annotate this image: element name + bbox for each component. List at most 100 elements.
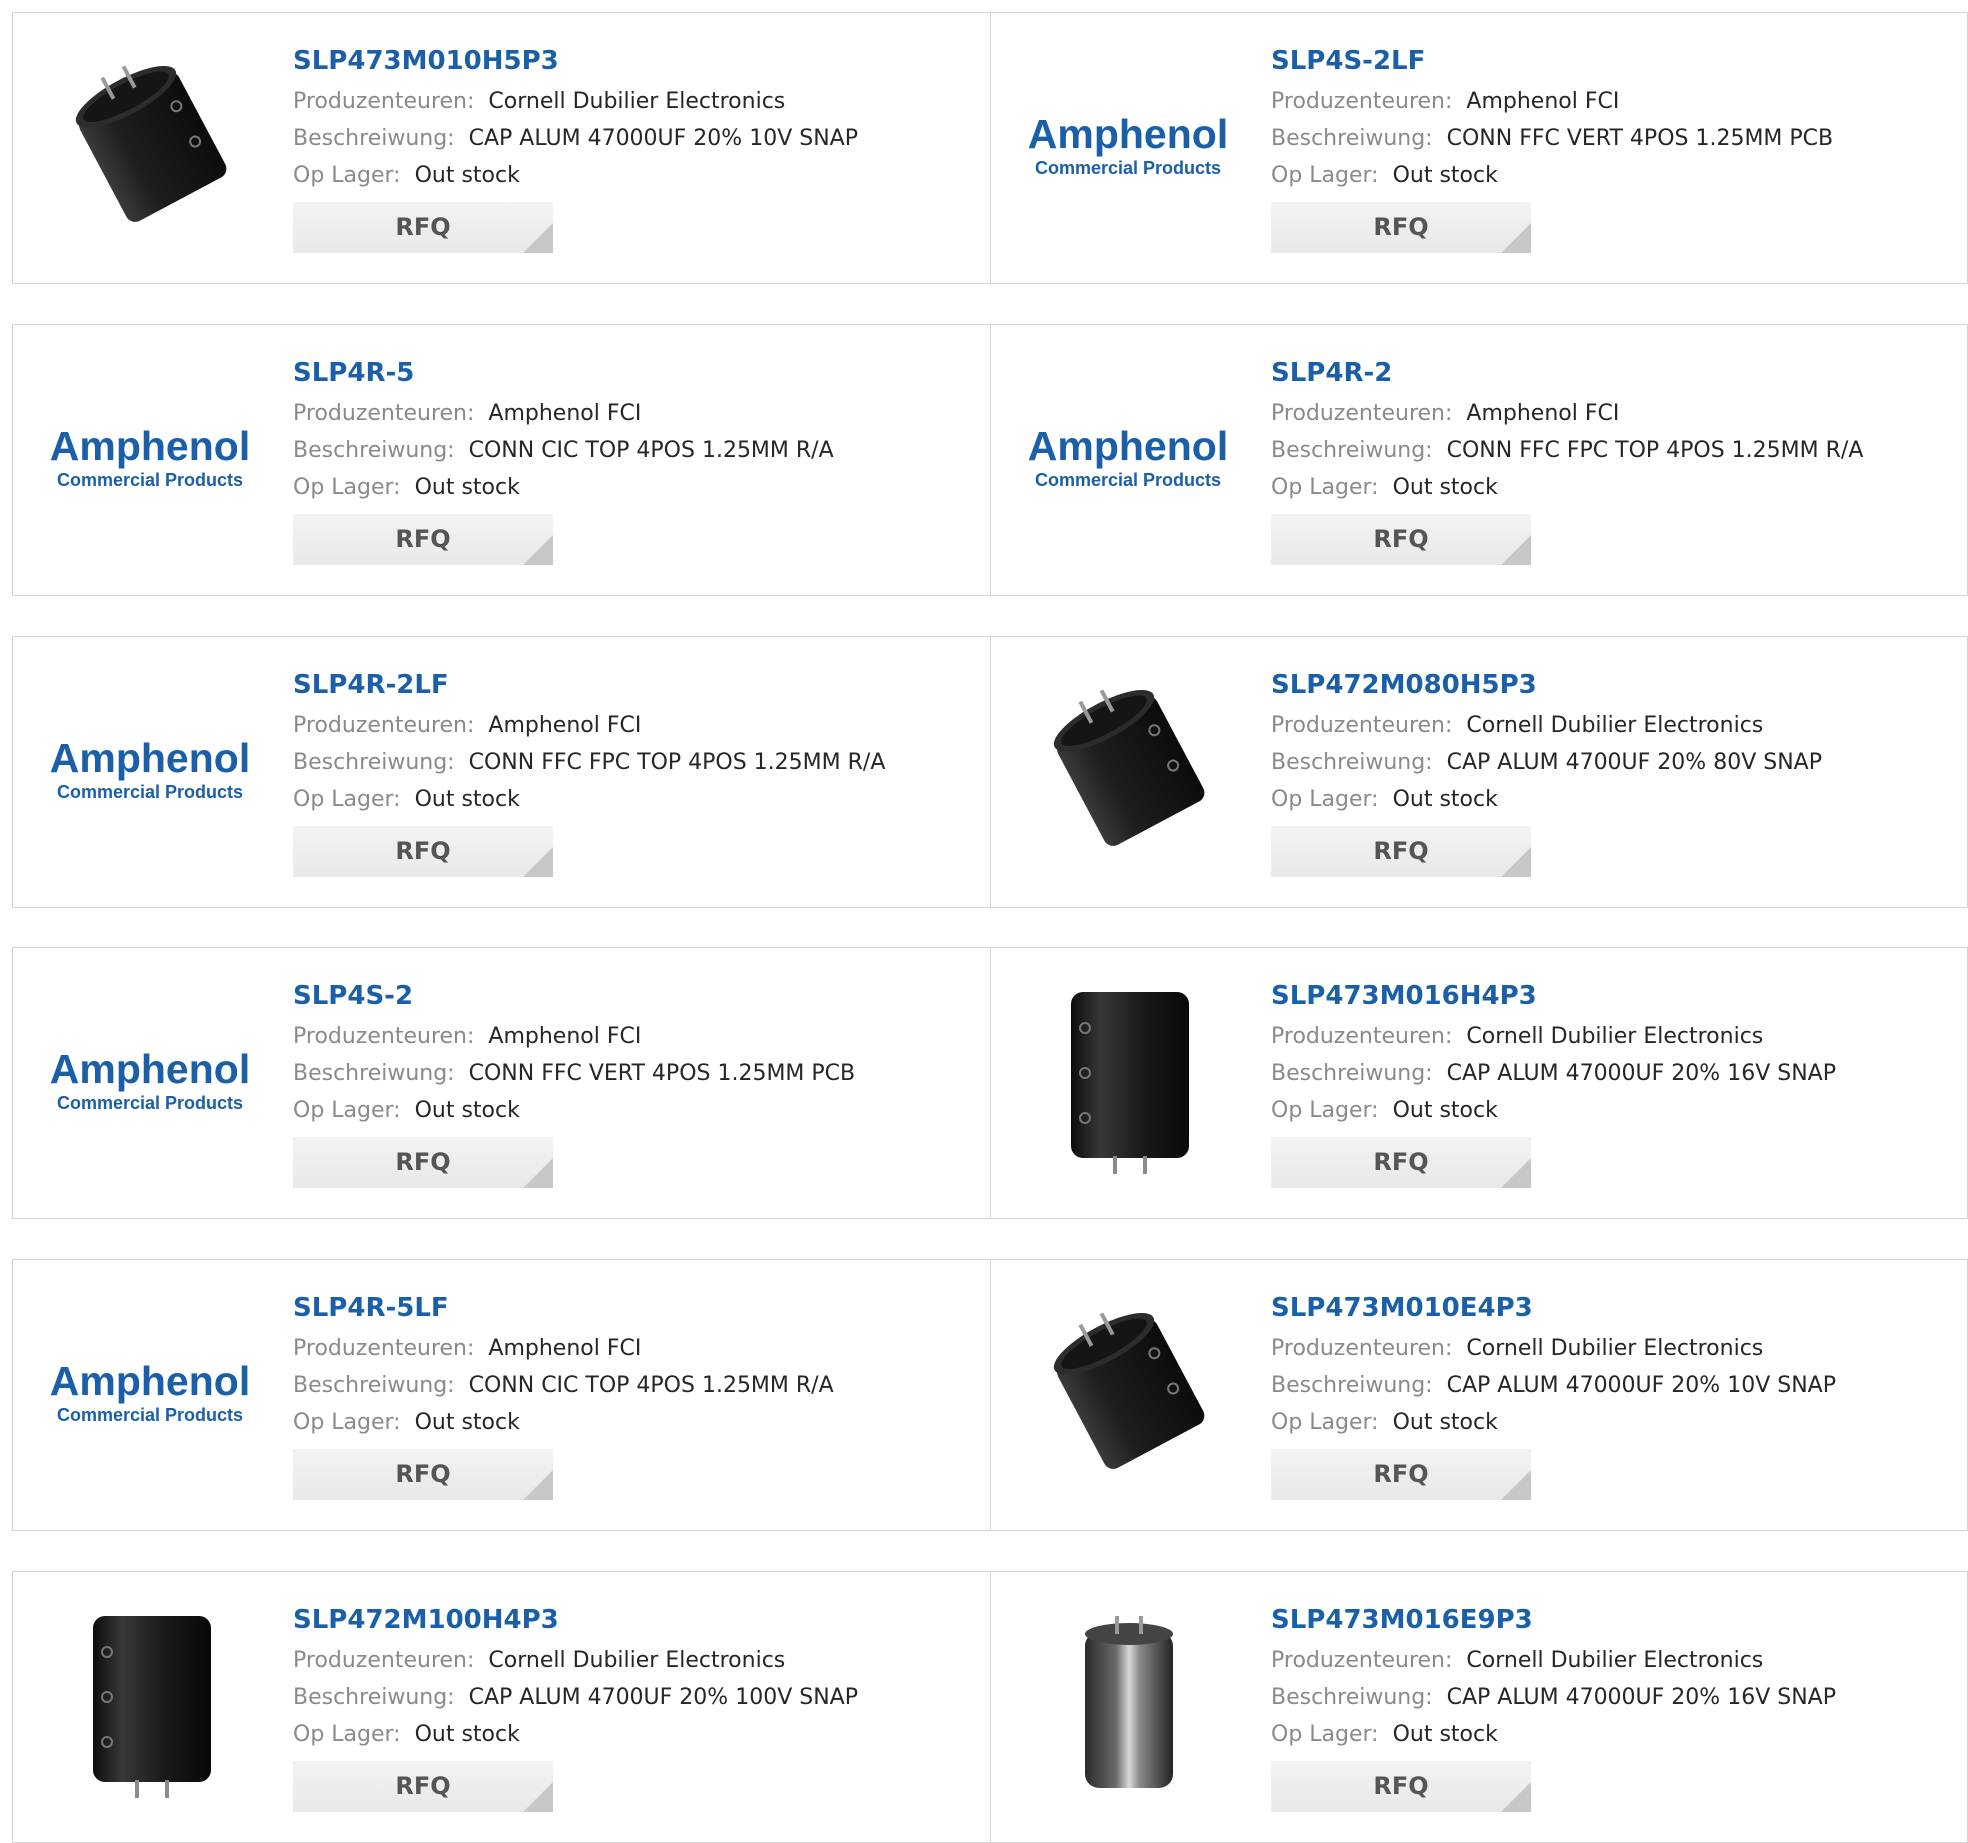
description-value: CAP ALUM 47000UF 20% 16V SNAP (1446, 1061, 1836, 1086)
manufacturer-label: Produzenteuren: (293, 713, 475, 738)
description-value: CONN FFC FPC TOP 4POS 1.25MM R/A (1446, 438, 1864, 463)
product-image[interactable] (1027, 1602, 1229, 1804)
stock-value: Out stock (1392, 787, 1498, 812)
manufacturer-line: Produzenteuren: Amphenol FCI (1271, 83, 1957, 120)
description-line: Beschreiwung: CAP ALUM 4700UF 20% 80V SNA… (1271, 744, 1957, 781)
stock-line: Op Lager: Out stock (293, 1404, 980, 1441)
manufacturer-label: Produzenteuren: (1271, 1336, 1453, 1361)
rfq-label: RFQ (395, 213, 451, 241)
description-value: CONN CIC TOP 4POS 1.25MM R/A (468, 438, 834, 463)
description-line: Beschreiwung: CONN FFC VERT 4POS 1.25MM P… (293, 1055, 980, 1092)
description-line: Beschreiwung: CAP ALUM 47000UF 20% 10V SN… (1271, 1367, 1957, 1404)
manufacturer-line: Produzenteuren: Amphenol FCI (293, 395, 980, 432)
svg-text:Amphenol: Amphenol (50, 1358, 250, 1404)
part-number-link[interactable]: SLP4S-2 (293, 978, 980, 1018)
product-card: Amphenol Commercial Products SLP4R-5LF P… (13, 1260, 990, 1530)
description-value: CAP ALUM 47000UF 20% 10V SNAP (1446, 1373, 1836, 1398)
stock-line: Op Lager: Out stock (1271, 781, 1957, 818)
rfq-label: RFQ (395, 525, 451, 553)
product-row: SLP473M010H5P3 Produzenteuren: Cornell Du… (12, 12, 1968, 284)
manufacturer-label: Produzenteuren: (293, 1336, 475, 1361)
product-card: SLP473M016E9P3 Produzenteuren: Cornell Du… (990, 1572, 1967, 1842)
part-number-link[interactable]: SLP473M016E9P3 (1271, 1602, 1957, 1642)
description-line: Beschreiwung: CAP ALUM 47000UF 20% 10V SN… (293, 120, 980, 157)
stock-line: Op Lager: Out stock (293, 781, 980, 818)
manufacturer-logo[interactable]: Amphenol Commercial Products (49, 978, 251, 1180)
rfq-button[interactable]: RFQ (1271, 826, 1531, 877)
rfq-label: RFQ (1373, 1772, 1429, 1800)
part-number-link[interactable]: SLP4R-2LF (293, 667, 980, 707)
rfq-button[interactable]: RFQ (293, 826, 553, 877)
manufacturer-label: Produzenteuren: (293, 401, 475, 426)
product-row: Amphenol Commercial Products SLP4R-5LF P… (12, 1259, 1968, 1531)
rfq-button[interactable]: RFQ (293, 1137, 553, 1188)
stock-value: Out stock (1392, 1722, 1498, 1747)
part-number-link[interactable]: SLP473M010E4P3 (1271, 1290, 1957, 1330)
manufacturer-line: Produzenteuren: Amphenol FCI (293, 1018, 980, 1055)
manufacturer-value: Cornell Dubilier Electronics (1466, 1024, 1764, 1049)
description-label: Beschreiwung: (1271, 1061, 1433, 1086)
stock-label: Op Lager: (1271, 163, 1379, 188)
product-image[interactable] (1027, 978, 1229, 1180)
manufacturer-logo[interactable]: Amphenol Commercial Products (49, 355, 251, 557)
rfq-button[interactable]: RFQ (293, 1761, 553, 1812)
rfq-label: RFQ (395, 1772, 451, 1800)
description-label: Beschreiwung: (1271, 438, 1433, 463)
part-number-link[interactable]: SLP473M010H5P3 (293, 43, 980, 83)
part-number-link[interactable]: SLP4R-5LF (293, 1290, 980, 1330)
svg-text:Amphenol: Amphenol (50, 735, 250, 781)
manufacturer-logo[interactable]: Amphenol Commercial Products (49, 1290, 251, 1492)
stock-value: Out stock (414, 163, 520, 188)
button-corner-decoration (523, 847, 553, 877)
part-number-link[interactable]: SLP472M100H4P3 (293, 1602, 980, 1642)
product-info: SLP473M010H5P3 Produzenteuren: Cornell Du… (293, 43, 980, 253)
stock-value: Out stock (414, 1722, 520, 1747)
rfq-button[interactable]: RFQ (293, 1449, 553, 1500)
description-label: Beschreiwung: (1271, 126, 1433, 151)
rfq-button[interactable]: RFQ (1271, 202, 1531, 253)
manufacturer-logo[interactable]: Amphenol Commercial Products (49, 667, 251, 869)
stock-line: Op Lager: Out stock (1271, 1716, 1957, 1753)
product-image[interactable] (49, 1602, 251, 1804)
description-line: Beschreiwung: CONN FFC FPC TOP 4POS 1.25M… (1271, 432, 1957, 469)
product-card: SLP472M080H5P3 Produzenteuren: Cornell Du… (990, 637, 1967, 907)
manufacturer-label: Produzenteuren: (1271, 1648, 1453, 1673)
product-image[interactable] (1027, 667, 1229, 869)
part-number-link[interactable]: SLP473M016H4P3 (1271, 978, 1957, 1018)
rfq-button[interactable]: RFQ (1271, 1761, 1531, 1812)
description-label: Beschreiwung: (293, 1061, 455, 1086)
part-number-link[interactable]: SLP4R-2 (1271, 355, 1957, 395)
rfq-button[interactable]: RFQ (1271, 1449, 1531, 1500)
rfq-button[interactable]: RFQ (1271, 1137, 1531, 1188)
button-corner-decoration (523, 1470, 553, 1500)
product-image[interactable] (49, 43, 251, 245)
stock-value: Out stock (414, 1098, 520, 1123)
button-corner-decoration (523, 1158, 553, 1188)
rfq-button[interactable]: RFQ (293, 514, 553, 565)
product-image[interactable] (1027, 1290, 1229, 1492)
part-number-link[interactable]: SLP472M080H5P3 (1271, 667, 1957, 707)
description-value: CONN FFC FPC TOP 4POS 1.25MM R/A (468, 750, 886, 775)
rfq-label: RFQ (395, 1460, 451, 1488)
svg-text:Commercial Products: Commercial Products (1035, 158, 1221, 178)
product-card: Amphenol Commercial Products SLP4R-2LF P… (13, 637, 990, 907)
svg-text:Amphenol: Amphenol (1028, 423, 1228, 469)
stock-line: Op Lager: Out stock (1271, 1404, 1957, 1441)
rfq-button[interactable]: RFQ (1271, 514, 1531, 565)
product-card: Amphenol Commercial Products SLP4S-2LF P… (990, 13, 1967, 283)
product-card: Amphenol Commercial Products SLP4R-5 Pro… (13, 325, 990, 595)
part-number-link[interactable]: SLP4R-5 (293, 355, 980, 395)
part-number-link[interactable]: SLP4S-2LF (1271, 43, 1957, 83)
product-row: SLP472M100H4P3 Produzenteuren: Cornell Du… (12, 1571, 1968, 1843)
description-label: Beschreiwung: (293, 126, 455, 151)
rfq-button[interactable]: RFQ (293, 202, 553, 253)
stock-label: Op Lager: (293, 1098, 401, 1123)
manufacturer-logo[interactable]: Amphenol Commercial Products (1027, 355, 1229, 557)
stock-line: Op Lager: Out stock (1271, 1092, 1957, 1129)
manufacturer-value: Amphenol FCI (488, 713, 642, 738)
manufacturer-logo[interactable]: Amphenol Commercial Products (1027, 43, 1229, 245)
product-card: SLP473M010H5P3 Produzenteuren: Cornell Du… (13, 13, 990, 283)
description-line: Beschreiwung: CONN FFC FPC TOP 4POS 1.25M… (293, 744, 980, 781)
manufacturer-line: Produzenteuren: Amphenol FCI (1271, 395, 1957, 432)
product-info: SLP473M016H4P3 Produzenteuren: Cornell Du… (1271, 978, 1957, 1188)
